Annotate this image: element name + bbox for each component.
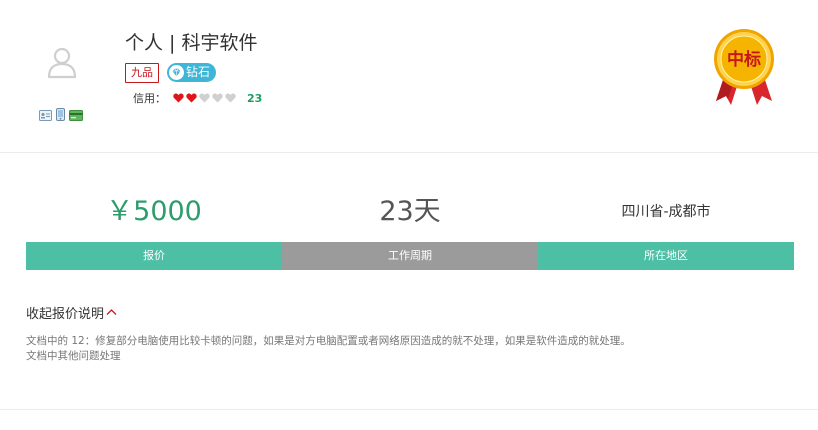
bidder-header: 个人 | 科宇软件 九品 钻石 信用： 23 中标 [0,0,818,153]
heart-empty-icon [212,93,223,103]
collapse-explanation-toggle[interactable]: 收起报价说明 [26,302,117,322]
bid-explanation: 文档中的 12：修复部分电脑使用比较卡顿的问题，如果是对方电脑配置或者网络原因造… [26,334,786,364]
winning-bid-medal-icon: 中标 [714,29,774,105]
bidder-name[interactable]: 个人 | 科宇软件 [125,30,257,56]
id-card-icon [39,106,52,125]
period-label: 工作周期 [282,242,538,270]
divider [0,409,818,410]
credit-score: 23 [247,91,263,105]
period-value: 23天 [379,196,441,227]
heart-empty-icon [225,93,236,103]
region-value: 四川省-成都市 [621,204,711,220]
diamond-badge-label: 钻石 [186,65,211,79]
price-value: ￥5000 [106,196,202,227]
heart-filled-icon [186,93,197,103]
heart-empty-icon [199,93,210,103]
diamond-badge: 钻石 [167,63,216,82]
bank-card-icon [69,106,83,125]
region-stat: 四川省-成都市 所在地区 [538,186,794,270]
credit-label: 信用： [133,92,166,105]
user-avatar-icon[interactable] [44,44,80,80]
explanation-line: 文档中的 12：修复部分电脑使用比较卡顿的问题，如果是对方电脑配置或者网络原因造… [26,335,631,347]
explanation-line: 文档中其他问题处理 [26,350,121,362]
region-label: 所在地区 [538,242,794,270]
verification-icons [39,106,83,125]
price-label: 报价 [26,242,282,270]
credit-hearts [173,93,236,103]
heart-filled-icon [173,93,184,103]
credit-rating: 信用： 23 [133,90,262,106]
bid-stats: ￥5000 报价 23天 工作周期 四川省-成都市 所在地区 [26,186,794,270]
price-stat: ￥5000 报价 [26,186,282,270]
chevron-up-icon [106,309,117,315]
medal-text: 中标 [727,49,761,70]
level-badge: 九品 [125,63,159,83]
period-stat: 23天 工作周期 [282,186,538,270]
toggle-label: 收起报价说明 [26,306,105,322]
bid-card: 个人 | 科宇软件 九品 钻石 信用： 23 中标 ￥5000 报价 23天 工… [0,0,818,430]
phone-icon [56,106,65,125]
diamond-icon [169,65,184,80]
